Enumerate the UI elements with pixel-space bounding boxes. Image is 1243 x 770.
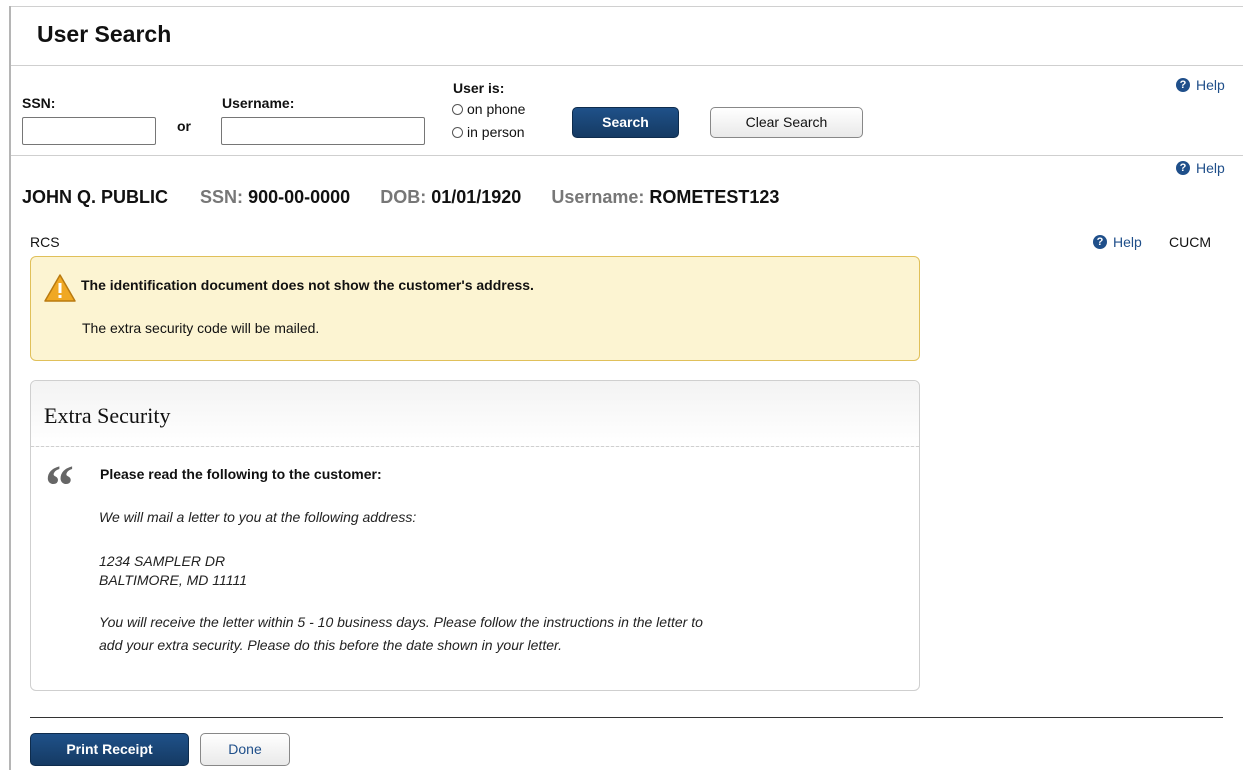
warning-title: The identification document does not sho…	[81, 277, 534, 293]
radio-on-phone-label: on phone	[467, 101, 526, 117]
radio-in-person[interactable]: in person	[452, 124, 525, 140]
closing-line-2: add your extra security. Please do this …	[99, 637, 563, 653]
customer-ssn-label: SSN:	[200, 187, 244, 207]
customer-info-row: JOHN Q. PUBLIC SSN: 900-00-0000 DOB: 01/…	[22, 187, 779, 208]
search-button[interactable]: Search	[572, 107, 679, 138]
help-icon: ?	[1093, 235, 1107, 249]
customer-username-label: Username:	[551, 187, 645, 207]
title-bar: User Search	[11, 6, 1243, 66]
radio-circle-icon[interactable]	[452, 126, 463, 138]
customer-dob-label: DOB:	[380, 187, 427, 207]
script-line-1: We will mail a letter to you at the foll…	[99, 509, 417, 525]
customer-username-value: ROMETEST123	[649, 187, 780, 207]
search-help-link[interactable]: ? Help	[1176, 77, 1225, 93]
address-line-1: 1234 SAMPLER DR	[99, 553, 226, 569]
ssn-input[interactable]	[22, 117, 156, 145]
warning-body: The extra security code will be mailed.	[82, 320, 320, 336]
page-left-border	[9, 6, 11, 770]
clear-search-button[interactable]: Clear Search	[710, 107, 863, 138]
rcs-help-link[interactable]: ? Help	[1093, 234, 1142, 250]
done-button[interactable]: Done	[200, 733, 290, 766]
customer-name: JOHN Q. PUBLIC	[22, 187, 169, 207]
search-divider	[11, 155, 1243, 156]
rcs-label: RCS	[30, 234, 60, 250]
help-icon: ?	[1176, 78, 1190, 92]
username-label: Username:	[222, 95, 295, 111]
help-label: Help	[1113, 234, 1142, 250]
page: User Search SSN: or Username: User is: o…	[0, 0, 1243, 770]
warning-alert: The identification document does not sho…	[30, 256, 920, 361]
username-input[interactable]	[221, 117, 425, 145]
user-is-label: User is:	[453, 80, 505, 96]
radio-in-person-label: in person	[467, 124, 525, 140]
instruction-text: Please read the following to the custome…	[100, 466, 382, 482]
quote-icon: “	[45, 453, 74, 518]
customer-dob-value: 01/01/1920	[431, 187, 522, 207]
help-label: Help	[1196, 160, 1225, 176]
warning-triangle-icon	[44, 274, 76, 302]
extra-security-panel: Extra Security “ Please read the followi…	[30, 380, 920, 691]
radio-circle-icon[interactable]	[452, 103, 463, 115]
footer-divider	[30, 717, 1223, 718]
customer-ssn-value: 900-00-0000	[248, 187, 351, 207]
closing-line-1: You will receive the letter within 5 - 1…	[99, 614, 703, 630]
ssn-label: SSN:	[22, 95, 56, 111]
help-label: Help	[1196, 77, 1225, 93]
page-title: User Search	[37, 21, 172, 47]
panel-header: Extra Security	[31, 381, 919, 447]
radio-on-phone[interactable]: on phone	[452, 101, 525, 117]
address-line-2: BALTIMORE, MD 11111	[99, 572, 248, 588]
cucm-label: CUCM	[1169, 234, 1211, 250]
print-receipt-button[interactable]: Print Receipt	[30, 733, 189, 766]
customer-help-link[interactable]: ? Help	[1176, 160, 1225, 176]
panel-title: Extra Security	[44, 403, 171, 428]
help-icon: ?	[1176, 161, 1190, 175]
or-label: or	[177, 118, 191, 134]
